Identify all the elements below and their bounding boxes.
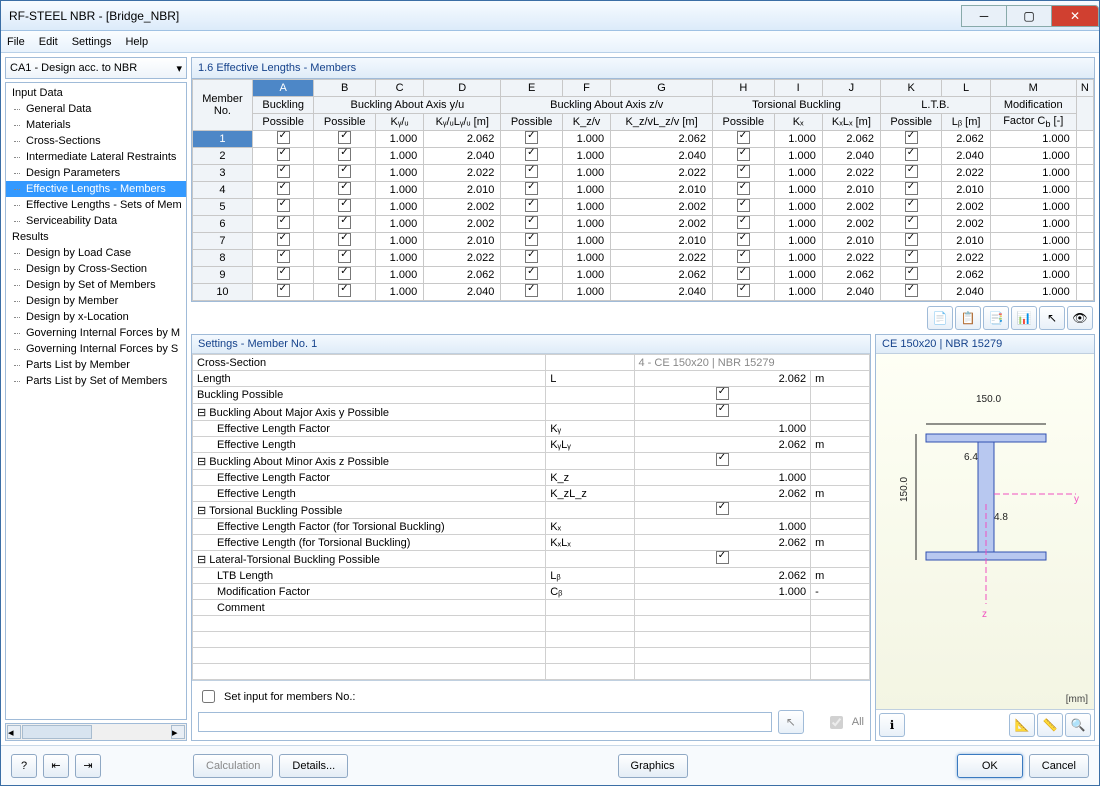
nav-column: CA1 - Design acc. to NBR ▾ Input DataGen…	[5, 57, 187, 741]
preview-canvas: 150.0 150.0 6.4 4.8 y z [mm]	[876, 354, 1094, 709]
help-button[interactable]: ?	[11, 754, 37, 778]
nav-item[interactable]: Cross-Sections	[6, 133, 186, 149]
nav-item[interactable]: Design by Set of Members	[6, 277, 186, 293]
cancel-button[interactable]: Cancel	[1029, 754, 1089, 778]
nav-item[interactable]: Serviceability Data	[6, 213, 186, 229]
pane-title: 1.6 Effective Lengths - Members	[191, 57, 1095, 79]
tool-select[interactable]: ↖	[1039, 306, 1065, 330]
nav-item[interactable]: Intermediate Lateral Restraints	[6, 149, 186, 165]
scroll-left-icon[interactable]: ◂	[7, 725, 21, 739]
scroll-right-icon[interactable]: ▸	[171, 725, 185, 739]
preview-tool-3[interactable]: 🔍	[1065, 713, 1091, 737]
tool-4[interactable]: 📊	[1011, 306, 1037, 330]
next-button[interactable]: ⇥	[75, 754, 101, 778]
nav-item[interactable]: Effective Lengths - Members	[6, 181, 186, 197]
cross-section-drawing	[896, 404, 1076, 604]
menu-edit[interactable]: Edit	[39, 36, 58, 48]
close-button[interactable]: ✕	[1051, 5, 1099, 27]
chevron-down-icon: ▾	[176, 62, 182, 75]
settings-grid[interactable]: Cross-Section4 - CE 150x20 | NBR 15279Le…	[192, 354, 870, 680]
maximize-button[interactable]: ▢	[1006, 5, 1052, 27]
members-no-input[interactable]	[198, 712, 772, 732]
tool-1[interactable]: 📄	[927, 306, 953, 330]
tool-3[interactable]: 📑	[983, 306, 1009, 330]
calculation-button[interactable]: Calculation	[193, 754, 273, 778]
tool-2[interactable]: 📋	[955, 306, 981, 330]
nav-item[interactable]: Effective Lengths - Sets of Mem	[6, 197, 186, 213]
prev-button[interactable]: ⇤	[43, 754, 69, 778]
nav-item[interactable]: Design by Load Case	[6, 245, 186, 261]
app-window: RF-STEEL NBR - [Bridge_NBR] ─ ▢ ✕ File E…	[0, 0, 1100, 786]
menubar: File Edit Settings Help	[1, 31, 1099, 53]
info-button[interactable]: ℹ	[879, 713, 905, 737]
nav-item[interactable]: Design Parameters	[6, 165, 186, 181]
members-grid[interactable]: MemberNo.ABCDEFGHIJKLMNBucklingBuckling …	[192, 79, 1094, 301]
set-input-label: Set input for members No.:	[224, 691, 355, 703]
set-input-checkbox[interactable]	[202, 690, 215, 703]
preview-title: CE 150x20 | NBR 15279	[876, 335, 1094, 354]
nav-item[interactable]: Design by Member	[6, 293, 186, 309]
tool-view[interactable]: 👁	[1067, 306, 1093, 330]
all-checkbox[interactable]	[830, 716, 843, 729]
pick-members-button[interactable]: ↖	[778, 710, 804, 734]
load-case-combo[interactable]: CA1 - Design acc. to NBR ▾	[5, 57, 187, 79]
preview-tool-2[interactable]: 📏	[1037, 713, 1063, 737]
nav-item[interactable]: Materials	[6, 117, 186, 133]
ok-button[interactable]: OK	[957, 754, 1023, 778]
nav-item[interactable]: Governing Internal Forces by M	[6, 325, 186, 341]
grid-toolbar: 📄 📋 📑 📊 ↖ 👁	[191, 302, 1095, 332]
nav-item[interactable]: Design by Cross-Section	[6, 261, 186, 277]
nav-item[interactable]: Governing Internal Forces by S	[6, 341, 186, 357]
nav-item[interactable]: Design by x-Location	[6, 309, 186, 325]
nav-item[interactable]: Parts List by Set of Members	[6, 373, 186, 389]
grid-wrapper: MemberNo.ABCDEFGHIJKLMNBucklingBuckling …	[191, 79, 1095, 302]
details-button[interactable]: Details...	[279, 754, 348, 778]
window-title: RF-STEEL NBR - [Bridge_NBR]	[9, 9, 179, 23]
graphics-button[interactable]: Graphics	[618, 754, 688, 778]
preview-tool-1[interactable]: 📐	[1009, 713, 1035, 737]
nav-item[interactable]: General Data	[6, 101, 186, 117]
menu-settings[interactable]: Settings	[72, 36, 112, 48]
menu-help[interactable]: Help	[125, 36, 148, 48]
titlebar: RF-STEEL NBR - [Bridge_NBR] ─ ▢ ✕	[1, 1, 1099, 31]
all-label: All	[852, 716, 864, 728]
preview-panel: CE 150x20 | NBR 15279	[875, 334, 1095, 741]
menu-file[interactable]: File	[7, 36, 25, 48]
settings-panel: Settings - Member No. 1 Cross-Section4 -…	[191, 334, 871, 741]
nav-item[interactable]: Parts List by Member	[6, 357, 186, 373]
nav-tree[interactable]: Input DataGeneral DataMaterialsCross-Sec…	[5, 82, 187, 720]
bottom-bar: ? ⇤ ⇥ Calculation Details... Graphics OK…	[1, 745, 1099, 785]
minimize-button[interactable]: ─	[961, 5, 1007, 27]
tree-hscroll[interactable]: ◂ ▸	[5, 723, 187, 741]
scroll-thumb[interactable]	[22, 725, 92, 739]
settings-header: Settings - Member No. 1	[192, 335, 870, 354]
